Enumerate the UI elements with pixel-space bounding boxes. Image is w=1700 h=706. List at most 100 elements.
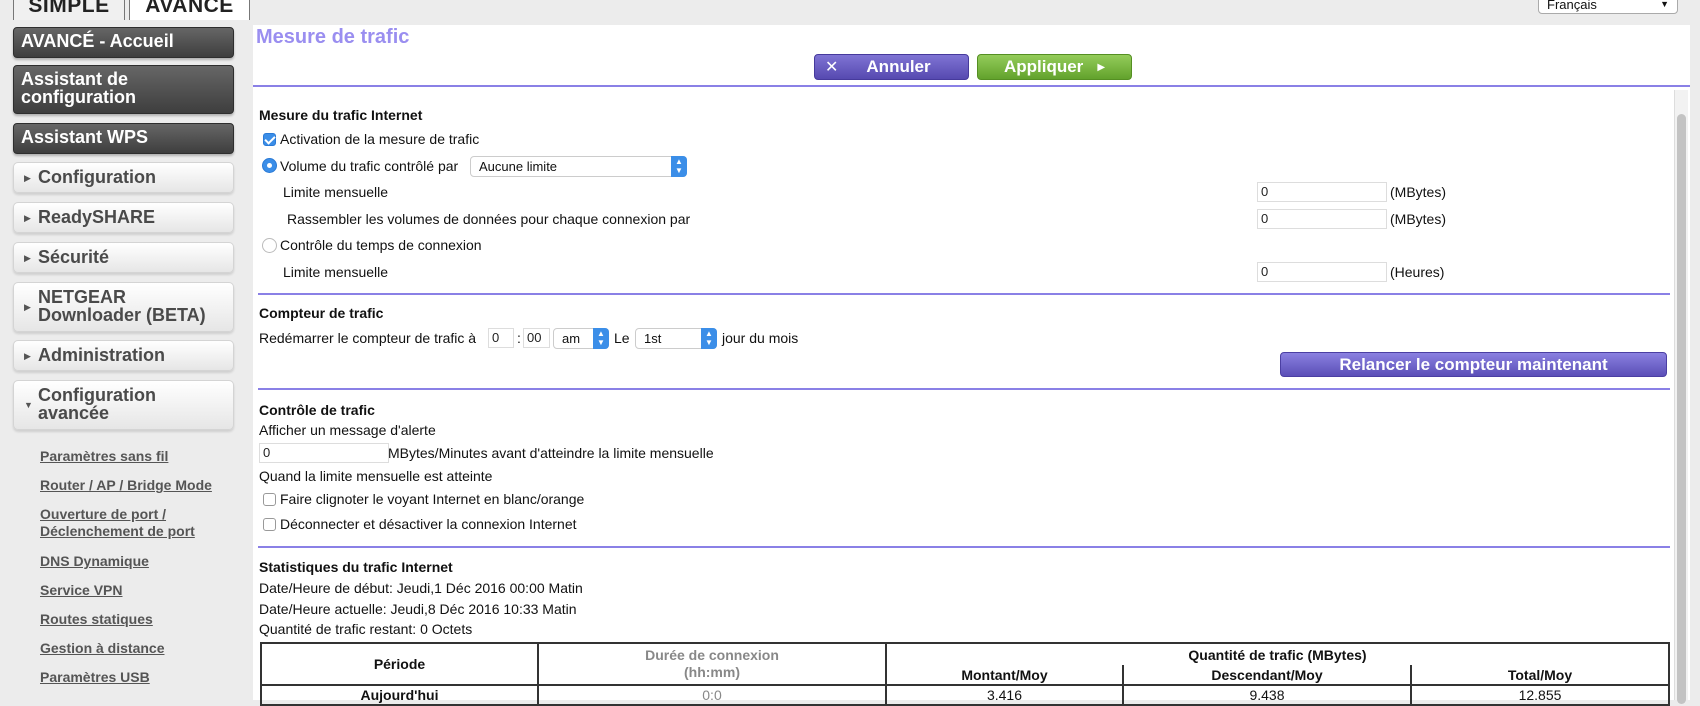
updown-arrows-icon: ▲ ▼ xyxy=(593,328,609,349)
triangle-right-icon: ▶ xyxy=(24,350,31,361)
alert-message-label: Afficher un message d'alerte xyxy=(259,422,436,438)
sidebar-item-label: ReadySHARE xyxy=(38,207,156,227)
sidebar-item-netgear-downloader[interactable]: ▶ NETGEAR Downloader (BETA) xyxy=(13,282,234,332)
day-le-label: Le xyxy=(614,330,630,346)
monthly-limit-unit: (MBytes) xyxy=(1390,184,1446,200)
col-duration-header: Durée de connexion (hh:mm) xyxy=(537,642,887,686)
sidebar-item-label: Configuration avancée xyxy=(38,385,156,423)
scrollbar-thumb[interactable] xyxy=(1677,114,1686,704)
blink-led-checkbox[interactable] xyxy=(263,493,276,506)
sub-link-service-vpn[interactable]: Service VPN xyxy=(40,582,123,599)
connection-time-label: Contrôle du temps de connexion xyxy=(280,237,482,253)
ampm-selected: am xyxy=(562,331,581,346)
section-heading-internet-traffic: Mesure du trafic Internet xyxy=(259,107,423,123)
day-selected: 1st xyxy=(644,331,662,346)
language-select[interactable]: Français ▼ xyxy=(1538,0,1678,14)
row-duration: 0:0 xyxy=(537,684,887,706)
stats-start-date: Date/Heure de début: Jeudi,1 Déc 2016 00… xyxy=(259,580,583,596)
section-heading-control: Contrôle de trafic xyxy=(259,402,375,418)
sidebar-item-assistant-wps[interactable]: Assistant WPS xyxy=(13,123,234,154)
restart-counter-label: Redémarrer le compteur de trafic à xyxy=(259,330,477,346)
disconnect-checkbox[interactable] xyxy=(263,518,276,531)
col-total-header: Total/Moy xyxy=(1410,665,1670,686)
sidebar: AVANCÉ - Accueil Assistant de configurat… xyxy=(0,20,248,700)
volume-control-radio[interactable] xyxy=(262,158,277,173)
sidebar-item-label: NETGEAR Downloader (BETA) xyxy=(38,287,206,325)
updown-arrows-icon: ▲ ▼ xyxy=(671,156,687,177)
sidebar-item-configuration-avancee[interactable]: ▼ Configuration avancée xyxy=(13,380,234,430)
row-up: 3.416 xyxy=(885,684,1124,706)
sidebar-item-configuration[interactable]: ▶ Configuration xyxy=(13,162,234,193)
triangle-down-icon: ▼ xyxy=(24,400,33,410)
row-total: 12.855 xyxy=(1410,684,1670,706)
volume-control-selected: Aucune limite xyxy=(479,159,558,174)
col-down-header: Descendant/Moy xyxy=(1122,665,1412,686)
limit-reached-label: Quand la limite mensuelle est atteinte xyxy=(259,468,493,484)
alert-threshold-input[interactable]: 0 xyxy=(259,443,389,463)
content-area: Mesure du trafic Internet Activation de … xyxy=(253,25,1673,706)
disconnect-label: Déconnecter et désactiver la connexion I… xyxy=(280,516,577,532)
sidebar-item-readyshare[interactable]: ▶ ReadySHARE xyxy=(13,202,234,233)
section-heading-stats: Statistiques du trafic Internet xyxy=(259,559,453,575)
sub-link-dns-dynamique[interactable]: DNS Dynamique xyxy=(40,553,149,570)
section-divider xyxy=(258,293,1670,295)
monthly-limit-input[interactable]: 0 xyxy=(1257,182,1387,202)
tab-simple[interactable]: SIMPLE xyxy=(13,0,125,20)
time-limit-input[interactable]: 0 xyxy=(1257,262,1387,282)
stats-current-date: Date/Heure actuelle: Jeudi,8 Déc 2016 10… xyxy=(259,601,577,617)
section-divider xyxy=(258,388,1670,390)
sub-link-gestion-a-distance[interactable]: Gestion à distance xyxy=(40,640,164,657)
blink-led-label: Faire clignoter le voyant Internet en bl… xyxy=(280,491,585,507)
connection-time-radio[interactable] xyxy=(262,238,277,253)
language-selected: Français xyxy=(1547,0,1597,12)
sidebar-item-label: Administration xyxy=(38,345,166,365)
triangle-right-icon: ▶ xyxy=(24,302,31,312)
row-down: 9.438 xyxy=(1122,684,1412,706)
restart-minute-input[interactable]: 00 xyxy=(523,328,550,348)
sidebar-item-label: Sécurité xyxy=(38,247,110,267)
row-period: Aujourd'hui xyxy=(260,684,539,706)
volume-control-label: Volume du trafic contrôlé par xyxy=(280,158,459,174)
chevron-down-icon: ▼ xyxy=(1660,0,1669,9)
restart-hour-input[interactable]: 0 xyxy=(488,328,514,348)
sub-link-routes-statiques[interactable]: Routes statiques xyxy=(40,611,153,628)
round-up-input[interactable]: 0 xyxy=(1257,209,1387,229)
volume-control-select[interactable]: Aucune limite ▲ ▼ xyxy=(470,156,687,177)
sidebar-item-assistant-configuration[interactable]: Assistant de configuration xyxy=(13,65,234,114)
time-limit-label: Limite mensuelle xyxy=(283,264,389,280)
col-quantity-header: Quantité de trafic (MBytes) xyxy=(885,642,1670,665)
sidebar-item-administration[interactable]: ▶ Administration xyxy=(13,340,234,371)
table-row: Aujourd'hui 0:0 3.416 9.438 12.855 xyxy=(260,684,1670,706)
col-up-header: Montant/Moy xyxy=(885,665,1124,686)
sub-link-ouverture-port[interactable]: Ouverture de port / Déclenchement de por… xyxy=(40,506,225,540)
round-up-label: Rassembler les volumes de données pour c… xyxy=(287,211,691,227)
col-duration-line1: Durée de connexion xyxy=(645,647,779,663)
sidebar-item-securite[interactable]: ▶ Sécurité xyxy=(13,242,234,273)
sidebar-item-label: Configuration xyxy=(38,167,156,187)
section-heading-counter: Compteur de trafic xyxy=(259,305,384,321)
sub-link-parametres-usb[interactable]: Paramètres USB xyxy=(40,669,150,686)
sidebar-item-avance-accueil[interactable]: AVANCÉ - Accueil xyxy=(13,27,234,58)
time-colon: : xyxy=(517,330,521,346)
section-divider xyxy=(258,546,1670,548)
triangle-right-icon: ▶ xyxy=(24,212,31,223)
time-limit-unit: (Heures) xyxy=(1390,264,1445,280)
triangle-right-icon: ▶ xyxy=(24,252,31,263)
main-panel: Mesure de trafic ✕ Annuler Appliquer ▶ M… xyxy=(253,25,1690,706)
day-select[interactable]: 1st ▲ ▼ xyxy=(635,328,717,349)
col-duration-line2: (hh:mm) xyxy=(684,664,740,680)
sub-link-parametres-sans-fil[interactable]: Paramètres sans fil xyxy=(40,448,168,465)
stats-table: Période Durée de connexion (hh:mm) Quant… xyxy=(260,642,1670,706)
enable-traffic-meter-checkbox[interactable] xyxy=(263,133,276,146)
alert-threshold-suffix: MBytes/Minutes avant d'atteindre la limi… xyxy=(388,445,714,461)
enable-traffic-meter-label: Activation de la mesure de trafic xyxy=(280,131,480,147)
round-up-unit: (MBytes) xyxy=(1390,211,1446,227)
ampm-select[interactable]: am ▲ ▼ xyxy=(553,328,609,349)
updown-arrows-icon: ▲ ▼ xyxy=(701,328,717,349)
scrollbar[interactable] xyxy=(1674,90,1688,704)
triangle-right-icon: ▶ xyxy=(24,172,31,183)
tab-avance[interactable]: AVANCÉ xyxy=(129,0,250,20)
sub-link-router-ap-bridge[interactable]: Router / AP / Bridge Mode xyxy=(40,477,212,494)
reset-counter-button[interactable]: Relancer le compteur maintenant xyxy=(1280,352,1667,377)
monthly-limit-label: Limite mensuelle xyxy=(283,184,389,200)
